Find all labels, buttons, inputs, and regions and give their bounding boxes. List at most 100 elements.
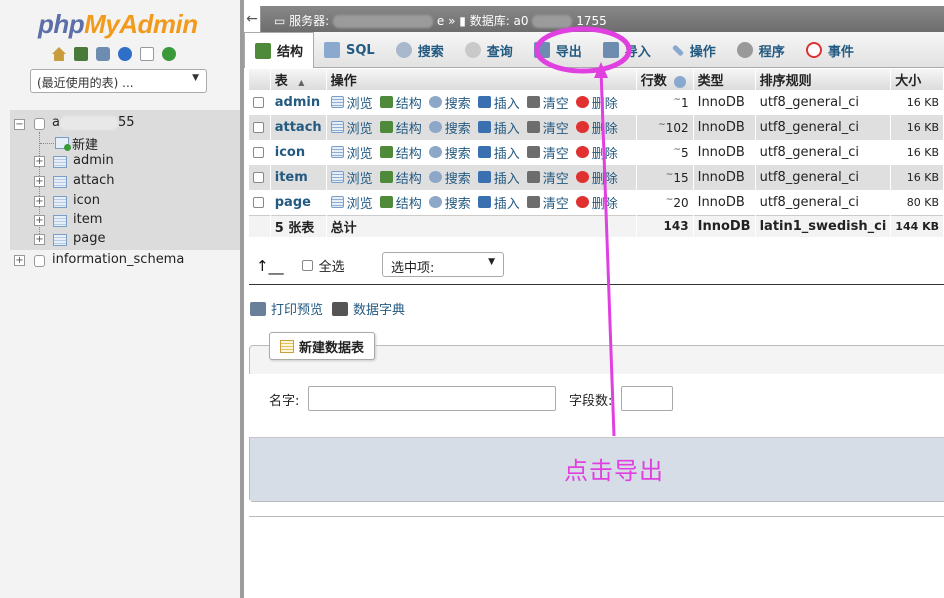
tree-table-item[interactable]: item	[73, 212, 102, 227]
data-dictionary-link[interactable]: 数据字典	[353, 299, 405, 318]
row-checkbox[interactable]	[253, 196, 264, 208]
collapse-icon[interactable]: −	[14, 119, 25, 130]
action-browse[interactable]: 浏览	[330, 143, 373, 162]
action-empty[interactable]: 清空	[526, 193, 569, 212]
tree-db-name[interactable]: a 55	[52, 115, 135, 130]
tab-query[interactable]: 查询	[455, 32, 524, 68]
row-size[interactable]: 16 KB	[890, 140, 944, 165]
tree-table-icon[interactable]: icon	[73, 193, 100, 208]
tab-search[interactable]: 搜索	[386, 32, 455, 68]
documentation-icon[interactable]	[140, 47, 154, 61]
reload-icon[interactable]	[162, 47, 176, 61]
with-selected-select[interactable]: 选中项: ▼	[382, 252, 504, 277]
action-empty[interactable]: 清空	[526, 143, 569, 162]
breadcrumb-db-label[interactable]: 数据库: a0	[470, 14, 529, 28]
check-all-checkbox[interactable]	[301, 260, 313, 271]
breadcrumb-server-label[interactable]: 服务器:	[289, 14, 329, 28]
navigation-resizer[interactable]	[240, 0, 244, 598]
row-checkbox[interactable]	[253, 97, 264, 108]
action-structure[interactable]: 结构	[379, 168, 422, 187]
table-name[interactable]: icon	[270, 140, 327, 165]
row-checkbox[interactable]	[253, 172, 264, 183]
action-drop[interactable]: 删除	[575, 143, 618, 162]
tree-table-page[interactable]: page	[73, 231, 105, 246]
tab-import[interactable]: 导入	[593, 32, 662, 68]
action-search[interactable]: 搜索	[428, 93, 471, 112]
table-row[interactable]: page 浏览 结构 搜索 插入 清空 删除 ~20 InnoDB utf8_general_ci…	[249, 190, 944, 215]
check-all-label[interactable]: 全选	[319, 256, 345, 275]
action-drop[interactable]: 删除	[575, 93, 618, 112]
tree-new[interactable]: 新建	[72, 134, 98, 153]
action-drop[interactable]: 删除	[575, 168, 618, 187]
action-drop[interactable]: 删除	[575, 193, 618, 212]
table-name[interactable]: item	[270, 165, 327, 190]
action-browse[interactable]: 浏览	[330, 168, 373, 187]
tab-routines[interactable]: 程序	[727, 32, 796, 68]
recent-tables-select[interactable]: (最近使用的表) ... ▼	[30, 69, 207, 93]
row-size[interactable]: 80 KB	[890, 190, 944, 215]
action-insert[interactable]: 插入	[477, 93, 520, 112]
action-search[interactable]: 搜索	[428, 118, 471, 137]
action-structure[interactable]: 结构	[379, 118, 422, 137]
tab-structure[interactable]: 结构	[244, 32, 315, 68]
expand-icon[interactable]: +	[34, 215, 45, 226]
expand-icon[interactable]: +	[34, 176, 45, 187]
action-browse[interactable]: 浏览	[330, 93, 373, 112]
row-size[interactable]: 16 KB	[890, 90, 944, 115]
table-name[interactable]: page	[270, 190, 327, 215]
action-search[interactable]: 搜索	[428, 193, 471, 212]
action-insert[interactable]: 插入	[477, 193, 520, 212]
row-checkbox[interactable]	[253, 147, 264, 158]
tab-operations[interactable]: 操作	[662, 32, 727, 68]
action-structure[interactable]: 结构	[379, 143, 422, 162]
tab-export[interactable]: 导出	[524, 32, 593, 68]
header-collation[interactable]: 排序规则	[755, 69, 892, 90]
expand-icon[interactable]: +	[34, 196, 45, 207]
action-empty[interactable]: 清空	[526, 118, 569, 137]
action-insert[interactable]: 插入	[477, 168, 520, 187]
table-name[interactable]: attach	[270, 115, 327, 140]
data-dictionary-icon	[332, 301, 349, 316]
expand-icon[interactable]: +	[34, 156, 45, 167]
num-fields-input[interactable]	[621, 386, 673, 411]
action-search[interactable]: 搜索	[428, 143, 471, 162]
table-row[interactable]: admin 浏览 结构 搜索 插入 清空 删除 ~1 InnoDB utf8_general_ci…	[249, 90, 944, 115]
row-size[interactable]: 16 KB	[890, 115, 944, 140]
header-type[interactable]: 类型	[693, 69, 756, 90]
query-window-icon[interactable]	[96, 47, 110, 61]
tree-table-attach[interactable]: attach	[73, 173, 115, 188]
table-row[interactable]: attach 浏览 结构 搜索 插入 清空 删除 ~102 InnoDB utf8_general…	[249, 115, 944, 140]
action-structure[interactable]: 结构	[379, 93, 422, 112]
row-size[interactable]: 16 KB	[890, 165, 944, 190]
collapse-nav-icon[interactable]: ←	[244, 6, 261, 32]
action-insert[interactable]: 插入	[477, 143, 520, 162]
help-icon[interactable]	[118, 47, 132, 61]
table-row[interactable]: icon 浏览 结构 搜索 插入 清空 删除 ~5 InnoDB utf8_general_ci 1…	[249, 140, 944, 165]
table-row[interactable]: item 浏览 结构 搜索 插入 清空 删除 ~15 InnoDB utf8_general_ci…	[249, 165, 944, 190]
tab-events[interactable]: 事件	[796, 32, 865, 68]
action-browse[interactable]: 浏览	[330, 118, 373, 137]
expand-icon[interactable]: +	[14, 255, 25, 266]
logout-icon[interactable]	[74, 47, 88, 61]
tab-sql[interactable]: SQL	[314, 32, 386, 68]
action-browse[interactable]: 浏览	[330, 193, 373, 212]
table-name-input[interactable]	[308, 386, 556, 411]
expand-icon[interactable]: +	[34, 234, 45, 245]
action-empty[interactable]: 清空	[526, 93, 569, 112]
tree-table-admin[interactable]: admin	[73, 153, 114, 168]
help-icon[interactable]	[674, 75, 687, 88]
action-insert[interactable]: 插入	[477, 118, 520, 137]
row-checkbox[interactable]	[253, 122, 264, 133]
home-icon[interactable]	[52, 47, 66, 61]
table-name[interactable]: admin	[270, 90, 327, 115]
header-table[interactable]: 表 ▲	[270, 69, 327, 90]
action-search[interactable]: 搜索	[428, 168, 471, 187]
tree-db-information-schema[interactable]: information_schema	[52, 252, 184, 267]
phpmyadmin-logo[interactable]: phpMyAdmin	[38, 9, 198, 40]
action-empty[interactable]: 清空	[526, 168, 569, 187]
header-rows[interactable]: 行数	[636, 69, 694, 90]
action-structure[interactable]: 结构	[379, 193, 422, 212]
header-size[interactable]: 大小	[890, 69, 944, 90]
print-view-link[interactable]: 打印预览	[271, 299, 323, 318]
action-drop[interactable]: 删除	[575, 118, 618, 137]
